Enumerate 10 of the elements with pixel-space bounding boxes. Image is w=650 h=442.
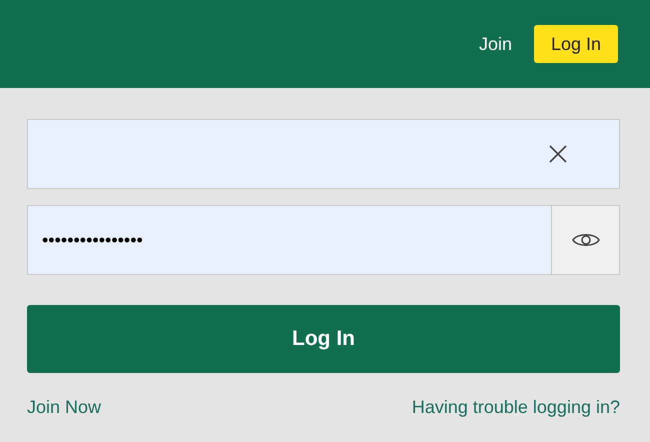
eye-icon xyxy=(572,231,600,249)
login-button[interactable]: Log In xyxy=(534,25,618,63)
join-link[interactable]: Join xyxy=(478,34,512,54)
close-icon[interactable] xyxy=(548,144,568,164)
trouble-link[interactable]: Having trouble logging in? xyxy=(412,397,620,418)
show-password-button[interactable] xyxy=(552,205,620,275)
join-now-link[interactable]: Join Now xyxy=(27,397,102,418)
login-submit-button[interactable]: Log In xyxy=(27,305,620,373)
password-field[interactable]: •••••••••••••••• xyxy=(27,205,552,275)
username-field[interactable] xyxy=(27,119,620,189)
